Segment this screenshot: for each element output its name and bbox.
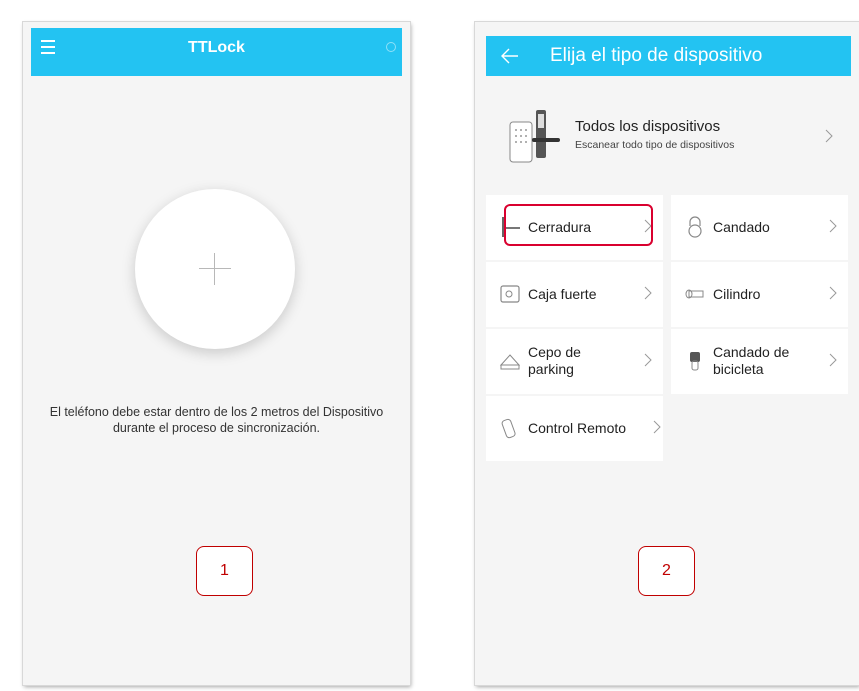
chevron-right-icon xyxy=(829,219,837,233)
app-header: Elija el tipo de dispositivo xyxy=(486,36,851,76)
back-arrow-icon[interactable] xyxy=(500,46,520,66)
cylinder-icon xyxy=(685,289,704,299)
chevron-right-icon xyxy=(829,353,837,367)
chevron-right-icon xyxy=(644,353,652,367)
tile-control-remoto[interactable]: Control Remoto xyxy=(486,396,663,461)
tile-label: Cilindro xyxy=(713,286,761,302)
app-header: TTLock xyxy=(31,28,402,76)
tile-cepo-parking[interactable]: Cepo de parking xyxy=(486,329,663,394)
page-title: Elija el tipo de dispositivo xyxy=(550,45,763,66)
all-devices-icon xyxy=(509,110,560,163)
screen-device-type: Elija el tipo de dispositivo Todos los d… xyxy=(475,22,859,685)
sync-hint: El teléfono debe estar dentro de los 2 m… xyxy=(49,405,384,435)
plus-icon xyxy=(199,268,231,269)
tile-label: Control Remoto xyxy=(528,420,627,436)
screen-home: TTLock El teléfono debe estar dentro de … xyxy=(23,22,410,685)
tile-caja-fuerte[interactable]: Caja fuerte xyxy=(486,262,663,327)
remote-icon xyxy=(501,418,516,439)
step-marker: 2 xyxy=(638,546,695,596)
chevron-right-icon xyxy=(825,129,833,143)
tile-label: Caja fuerte xyxy=(528,286,597,302)
safe-icon xyxy=(500,285,520,303)
padlock-icon xyxy=(688,216,702,238)
search-icon[interactable] xyxy=(386,42,396,52)
chevron-right-icon xyxy=(829,286,837,300)
tile-label: Candado xyxy=(713,219,770,235)
tile-candado[interactable]: Candado xyxy=(671,195,848,260)
parking-lock-icon xyxy=(499,354,521,370)
tile-candado-bicicleta[interactable]: Candado de bicicleta xyxy=(671,329,848,394)
all-devices-subtitle: Escanear todo tipo de dispositivos xyxy=(575,139,735,151)
chevron-right-icon xyxy=(653,420,661,434)
app-title: TTLock xyxy=(188,39,245,56)
tile-label: Candado de bicicleta xyxy=(713,344,790,377)
all-devices-item[interactable]: Todos los dispositivos Escanear todo tip… xyxy=(486,100,851,184)
all-devices-title: Todos los dispositivos xyxy=(575,118,721,135)
highlight-box xyxy=(504,204,653,246)
chevron-right-icon xyxy=(644,286,652,300)
bike-lock-icon xyxy=(690,352,700,371)
add-device-button[interactable] xyxy=(135,189,295,349)
tile-label: Cepo de parking xyxy=(528,344,581,377)
step-marker: 1 xyxy=(196,546,253,596)
tile-cilindro[interactable]: Cilindro xyxy=(671,262,848,327)
